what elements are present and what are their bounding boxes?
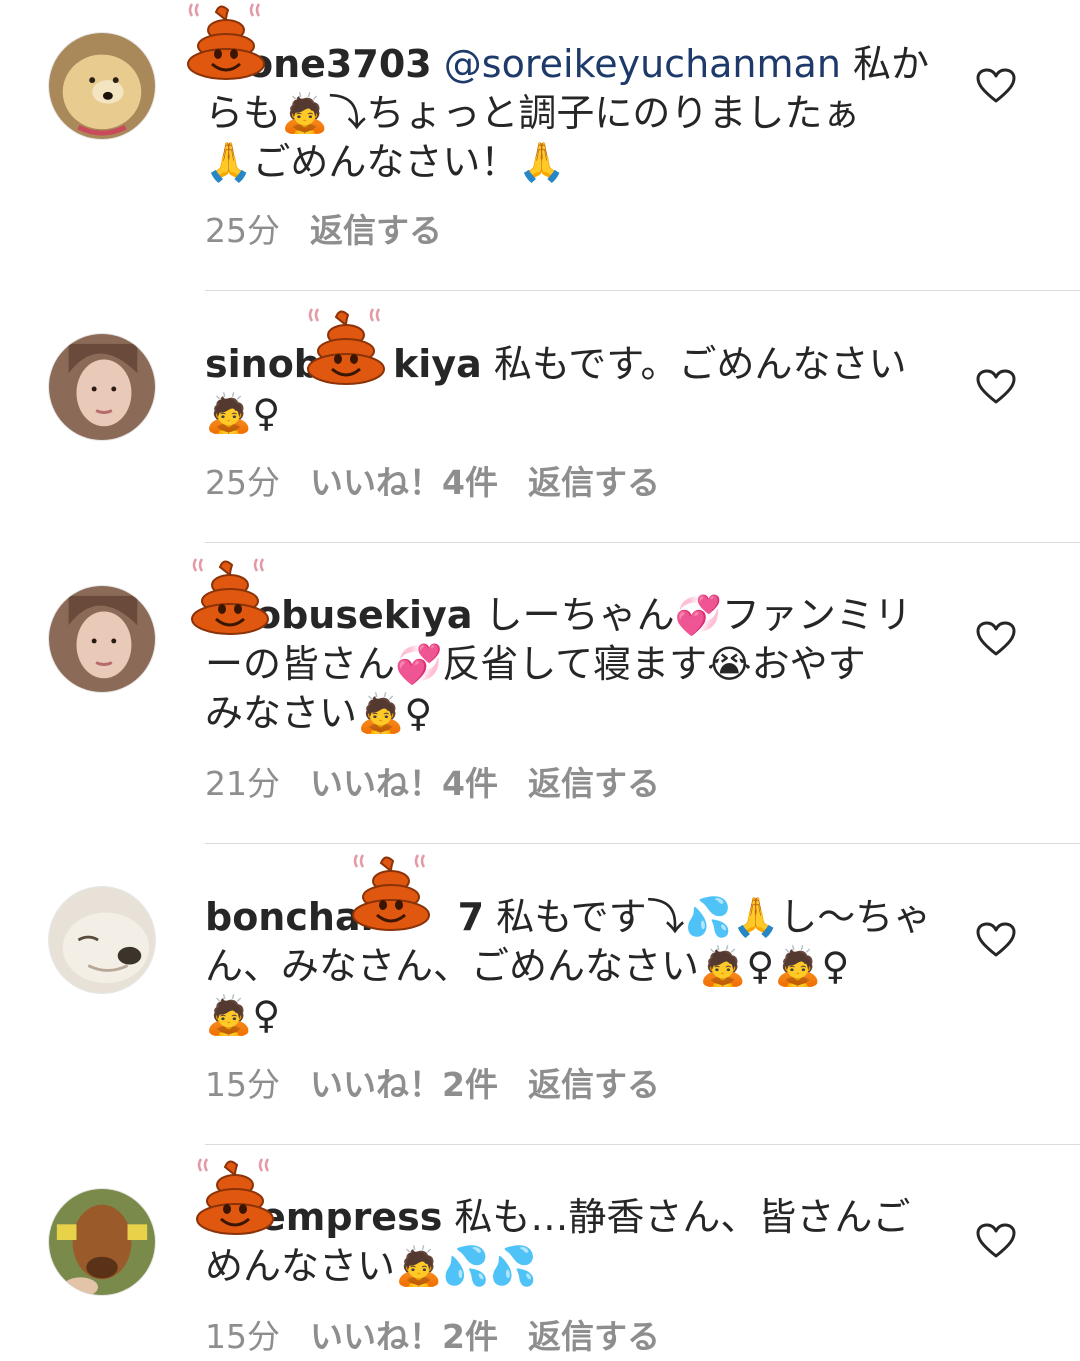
comment-time: 15分: [205, 1317, 280, 1356]
comment-body-line: 🙇♀: [205, 391, 281, 435]
likes-count-link[interactable]: いいね！4件: [310, 463, 498, 502]
poop-sticker-icon: [178, 2, 273, 82]
comment-text: obusekiya しーちゃん💞ファンミリ ーの皆さん💞反省して寝ます😭おやす …: [205, 591, 940, 738]
divider: [205, 843, 1080, 844]
comment-body-line: 私もです⤵💦🙏し〜ちゃ: [496, 895, 932, 939]
avatar[interactable]: [48, 32, 156, 140]
mention-link[interactable]: @soreikeyuchanman: [444, 42, 841, 86]
comment-time: 25分: [205, 463, 280, 502]
avatar[interactable]: [48, 333, 156, 441]
reply-button[interactable]: 返信する: [528, 1065, 660, 1104]
avatar[interactable]: [48, 1188, 156, 1296]
comment-meta: 21分 いいね！4件 返信する: [205, 757, 690, 805]
like-heart-icon[interactable]: [976, 922, 1016, 958]
like-heart-icon[interactable]: [976, 1223, 1016, 1259]
comment-time: 15分: [205, 1065, 280, 1104]
comment-meta: 15分 いいね！2件 返信する: [205, 1310, 690, 1358]
comment-body-line: ん、みなさん、ごめんなさい🙇♀🙇♀: [205, 944, 850, 988]
reply-button[interactable]: 返信する: [528, 463, 660, 502]
divider: [205, 290, 1080, 291]
comment-meta: 15分 いいね！2件 返信する: [205, 1058, 690, 1106]
avatar[interactable]: [48, 886, 156, 994]
comment-text: empress 私も…静香さん、皆さんご めんなさい🙇💦💦: [205, 1193, 940, 1291]
comment-meta: 25分 いいね！4件 返信する: [205, 456, 690, 504]
poop-sticker-icon: [343, 853, 438, 933]
comment-body-line: ーの皆さん💞反省して寝ます😭おやす: [205, 642, 866, 686]
comment-meta: 25分 返信する: [205, 204, 472, 252]
comment-text: bonchan 7 私もです⤵💦🙏し〜ちゃ ん、みなさん、ごめんなさい🙇♀🙇♀ 🙇…: [205, 893, 940, 1040]
comment-body-line: 🙏ごめんなさい！🙏: [205, 140, 566, 184]
like-heart-icon[interactable]: [976, 621, 1016, 657]
poop-sticker-icon: [298, 307, 393, 387]
comment-body-line: らも🙇⤵ちょっと調子にのりましたぁ: [205, 91, 861, 135]
avatar[interactable]: [48, 585, 156, 693]
likes-count-link[interactable]: いいね！2件: [310, 1065, 498, 1104]
comment-text: one3703 @soreikeyuchanman 私か らも🙇⤵ちょっと調子に…: [205, 40, 940, 187]
comment-body-line: みなさい🙇♀: [205, 691, 433, 735]
reply-button[interactable]: 返信する: [310, 211, 442, 250]
comment-body-line: めんなさい🙇💦💦: [205, 1244, 537, 1288]
poop-sticker-icon: [187, 1157, 282, 1237]
comment-time: 25分: [205, 211, 280, 250]
comment-body-line: しーちゃん💞ファンミリ: [484, 593, 912, 637]
divider: [205, 1144, 1080, 1145]
like-heart-icon[interactable]: [976, 68, 1016, 104]
comment-body-line: 🙇♀: [205, 993, 281, 1037]
likes-count-link[interactable]: いいね！4件: [310, 764, 498, 803]
reply-button[interactable]: 返信する: [528, 1317, 660, 1356]
comment-time: 21分: [205, 764, 280, 803]
poop-sticker-icon: [182, 557, 277, 637]
likes-count-link[interactable]: いいね！2件: [310, 1317, 498, 1356]
comment-body-line: 私か: [853, 42, 930, 86]
divider: [205, 542, 1080, 543]
like-heart-icon[interactable]: [976, 369, 1016, 405]
comment-body-line: 私も…静香さん、皆さんご: [454, 1195, 911, 1239]
comment-body-line: 私もです。ごめんなさい: [493, 342, 907, 386]
reply-button[interactable]: 返信する: [528, 764, 660, 803]
